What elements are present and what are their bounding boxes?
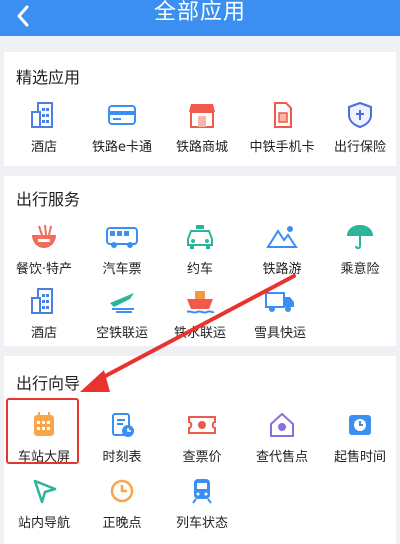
app-sim-card[interactable]: 中铁手机卡 xyxy=(242,100,322,162)
app-bus-ticket[interactable]: 汽车票 xyxy=(82,222,162,284)
app-label: 中铁手机卡 xyxy=(249,140,315,155)
taxi-icon xyxy=(183,222,217,252)
app-hotel[interactable]: 酒店 xyxy=(4,286,84,348)
app-label: 列车状态 xyxy=(175,516,228,531)
timetable-icon xyxy=(105,410,139,440)
home-location-icon xyxy=(265,410,299,440)
shop-icon xyxy=(185,100,219,130)
app-label: 铁路游 xyxy=(262,262,302,277)
building-icon xyxy=(27,100,61,130)
bus-icon xyxy=(105,222,139,252)
app-label: 正晚点 xyxy=(102,516,142,531)
app-food-specialty[interactable]: 餐饮·特产 xyxy=(4,222,84,284)
app-travel-insurance[interactable]: 出行保险 xyxy=(320,100,400,162)
app-ski-express[interactable]: 雪具快运 xyxy=(240,286,320,348)
app-label: 乘意险 xyxy=(340,262,380,277)
app-rail-water[interactable]: 铁水联运 xyxy=(160,286,240,348)
ticket-price-icon xyxy=(185,410,219,440)
app-label: 铁路e卡通 xyxy=(92,140,152,155)
app-label: 汽车票 xyxy=(102,262,142,277)
app-sale-time[interactable]: 起售时间 xyxy=(320,410,400,472)
highlight-box xyxy=(6,398,79,464)
umbrella-icon xyxy=(343,222,377,252)
app-label: 铁路商城 xyxy=(175,140,228,155)
section-title: 出行服务 xyxy=(16,190,81,209)
mountain-icon xyxy=(265,222,299,252)
app-rail-ecard[interactable]: 铁路e卡通 xyxy=(82,100,162,162)
top-bar: 全部应用 xyxy=(0,0,400,36)
section-title: 出行向导 xyxy=(16,374,81,393)
noodle-bowl-icon xyxy=(27,222,61,252)
clock-icon xyxy=(105,476,139,506)
app-label: 查代售点 xyxy=(255,450,308,465)
app-label: 空铁联运 xyxy=(95,326,148,341)
app-label: 酒店 xyxy=(30,326,57,341)
page-title: 全部应用 xyxy=(153,0,246,25)
app-rail-tour[interactable]: 铁路游 xyxy=(242,222,322,284)
app-delay-status[interactable]: 正晚点 xyxy=(82,476,162,538)
app-accident-insurance[interactable]: 乘意险 xyxy=(320,222,400,284)
app-label: 餐饮·特产 xyxy=(15,262,73,277)
section-featured-apps: 精选应用 酒店 铁路e卡通 铁路商城 中铁手机卡 出行保险 xyxy=(4,52,396,166)
app-station-navigation[interactable]: 站内导航 xyxy=(4,476,84,538)
app-label: 时刻表 xyxy=(102,450,142,465)
section-travel-services: 出行服务 餐饮·特产 汽车票 约车 铁路游 乘意险 酒店 空铁联运 铁水联运 雪… xyxy=(4,176,396,346)
app-label: 雪具快运 xyxy=(253,326,306,341)
app-label: 铁水联运 xyxy=(173,326,226,341)
app-air-rail[interactable]: 空铁联运 xyxy=(82,286,162,348)
section-title: 精选应用 xyxy=(16,68,81,87)
app-label: 查票价 xyxy=(182,450,222,465)
app-train-status[interactable]: 列车状态 xyxy=(162,476,242,538)
app-label: 酒店 xyxy=(30,140,57,155)
train-icon xyxy=(185,476,219,506)
app-label: 出行保险 xyxy=(333,140,386,155)
app-rail-mall[interactable]: 铁路商城 xyxy=(162,100,242,162)
insurance-shield-icon xyxy=(343,100,377,130)
app-taxi[interactable]: 约车 xyxy=(160,222,240,284)
app-fare-check[interactable]: 查票价 xyxy=(162,410,242,472)
app-timetable[interactable]: 时刻表 xyxy=(82,410,162,472)
plane-icon xyxy=(105,286,139,316)
truck-icon xyxy=(263,286,297,316)
app-agency-lookup[interactable]: 查代售点 xyxy=(242,410,322,472)
ship-icon xyxy=(183,286,217,316)
app-hotel[interactable]: 酒店 xyxy=(4,100,84,162)
building-icon xyxy=(27,286,61,316)
app-label: 起售时间 xyxy=(333,450,386,465)
app-label: 站内导航 xyxy=(17,516,70,531)
card-icon xyxy=(105,100,139,130)
app-label: 约车 xyxy=(186,262,213,277)
navigation-arrow-icon xyxy=(27,476,61,506)
alarm-clock-icon xyxy=(343,410,377,440)
sim-card-icon xyxy=(265,100,299,130)
